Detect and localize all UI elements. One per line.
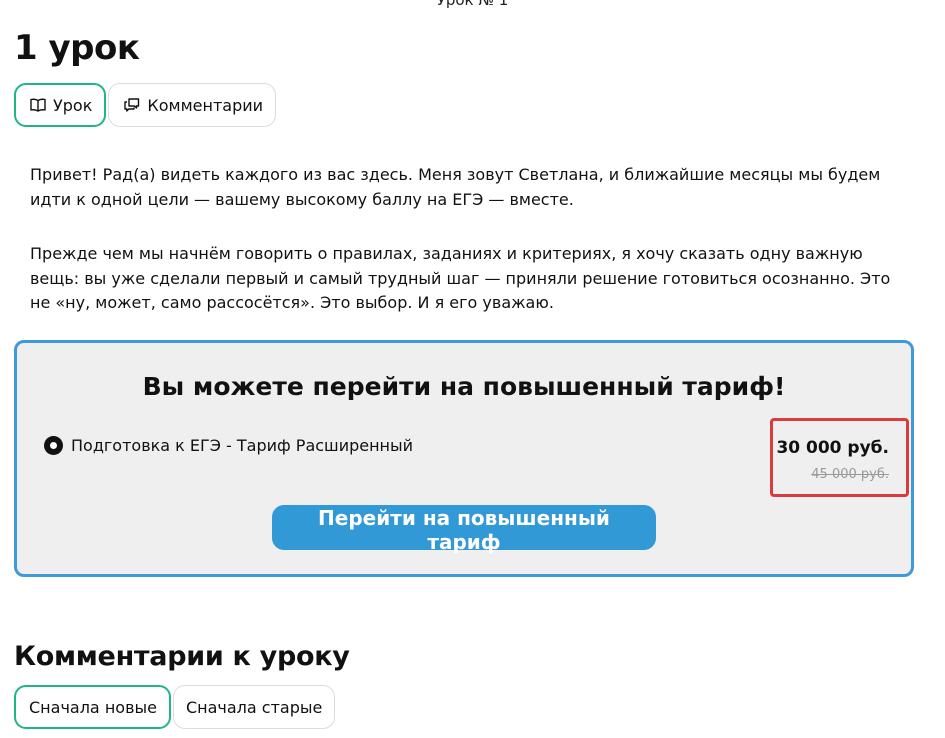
upgrade-tariff-card: Вы можете перейти на повышенный тариф! П… — [14, 340, 914, 577]
tab-comments-label: Комментарии — [147, 95, 264, 115]
book-icon — [29, 96, 47, 114]
sort-oldest-button[interactable]: Сначала старые — [172, 685, 336, 729]
price-highlight: 30 000 руб. 45 000 руб. — [770, 418, 909, 497]
price-new: 30 000 руб. — [776, 438, 889, 458]
tab-lesson[interactable]: Урок — [14, 83, 107, 127]
tariff-option[interactable]: Подготовка к ЕГЭ - Тариф Расширенный — [44, 436, 413, 455]
upgrade-tariff-button[interactable]: Перейти на повышенный тариф — [272, 505, 656, 554]
sort-newest-button[interactable]: Сначала новые — [14, 685, 171, 729]
upgrade-title: Вы можете перейти на повышенный тариф! — [142, 372, 786, 401]
page-title: 1 урок — [14, 28, 140, 68]
lesson-paragraph: Привет! Рад(а) видеть каждого из вас зде… — [30, 165, 881, 209]
tab-lesson-label: Урок — [53, 95, 93, 115]
comments-sort-tabs: Сначала новые Сначала старые — [14, 685, 336, 729]
breadcrumb-lesson-number: Урок № 1 — [436, 0, 509, 9]
tariff-name: Подготовка к ЕГЭ - Тариф Расширенный — [71, 436, 414, 455]
lesson-paragraph: Прежде чем мы начнём говорить о правилах… — [30, 244, 891, 312]
price-old: 45 000 руб. — [811, 467, 889, 482]
lesson-content: Привет! Рад(а) видеть каждого из вас зде… — [30, 163, 900, 316]
comments-section-title: Комментарии к уроку — [14, 641, 350, 672]
lesson-tabs: Урок Комментарии — [14, 83, 277, 127]
tab-comments[interactable]: Комментарии — [108, 83, 277, 127]
comments-icon — [123, 96, 141, 114]
radio-selected-icon[interactable] — [44, 436, 63, 455]
